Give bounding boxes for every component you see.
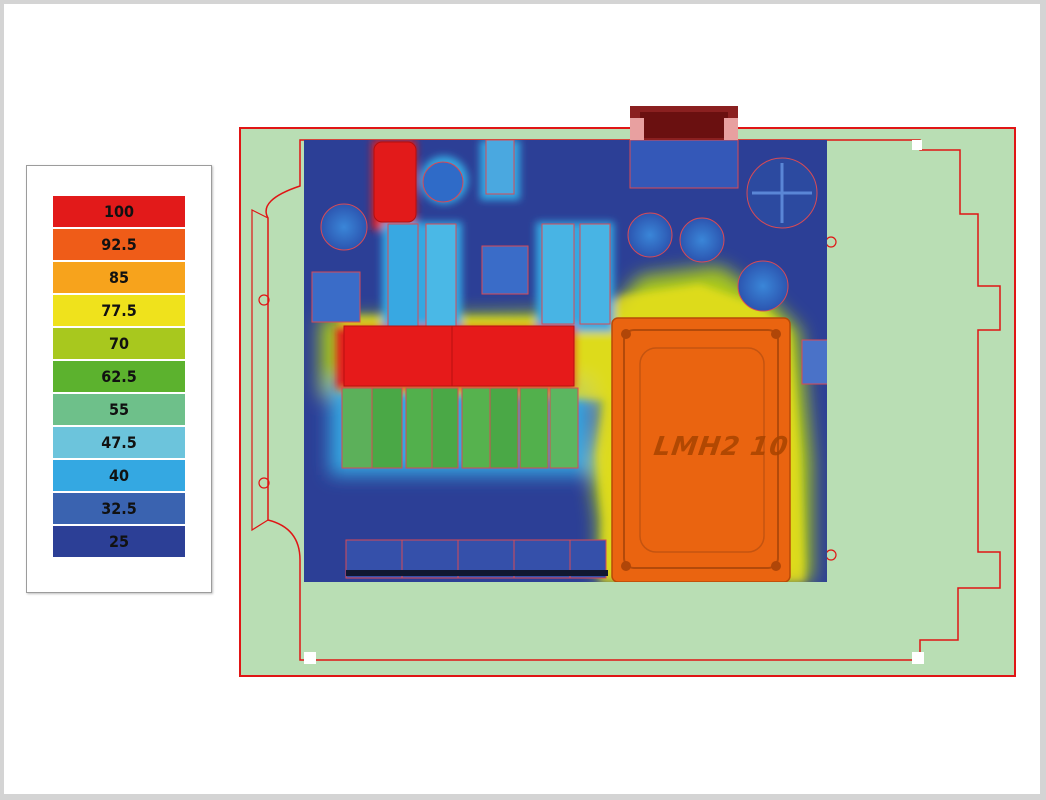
legend-entry: 77.5	[53, 295, 185, 326]
legend-entry: 70	[53, 328, 185, 359]
legend-entry: 92.5	[53, 229, 185, 260]
legend-entry: 100	[53, 196, 185, 227]
legend-entry: 55	[53, 394, 185, 425]
legend-entry: 40	[53, 460, 185, 491]
legend-entry: 85	[53, 262, 185, 293]
legend-entry: 62.5	[53, 361, 185, 392]
legend-entry: 25	[53, 526, 185, 557]
transformer-marking: LMH2 10	[651, 432, 791, 462]
color-legend: 100 92.5 85 77.5 70 62.5 55 47.5 40 32.5…	[26, 165, 212, 593]
legend-entry: 47.5	[53, 427, 185, 458]
legend-entry: 32.5	[53, 493, 185, 524]
